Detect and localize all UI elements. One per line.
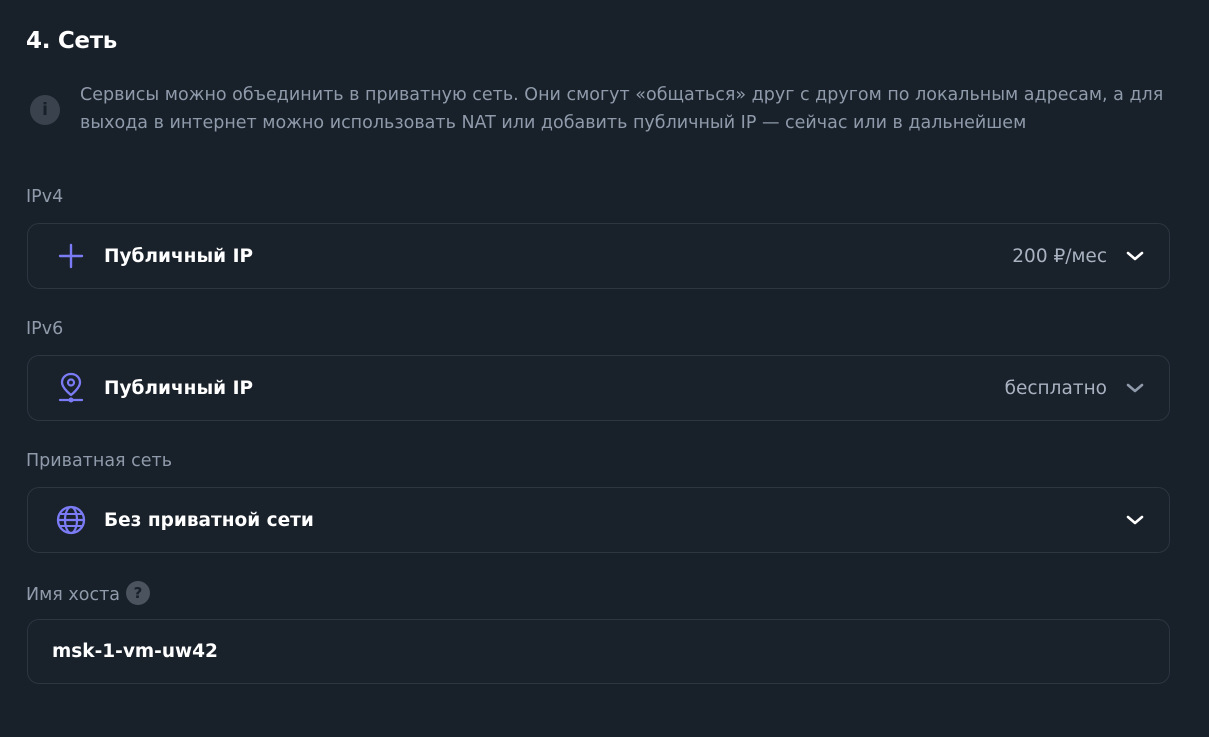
plus-icon <box>54 239 88 273</box>
question-icon[interactable]: ? <box>126 581 150 605</box>
section-title: 4. Сеть <box>26 28 118 54</box>
private-network-select[interactable]: Без приватной сети <box>27 487 1170 553</box>
private-network-option-label: Без приватной сети <box>104 509 314 531</box>
chevron-down-icon[interactable] <box>1125 246 1145 266</box>
hostname-label: Имя хоста? <box>26 581 150 607</box>
info-icon: i <box>30 95 60 125</box>
ipv4-select[interactable]: Публичный IP 200 ₽/мес <box>27 223 1170 289</box>
ipv4-option-label: Публичный IP <box>104 245 254 267</box>
ipv4-label: IPv4 <box>26 187 64 207</box>
hostname-field[interactable] <box>27 619 1170 684</box>
ipv6-price: бесплатно <box>1004 377 1107 399</box>
chevron-down-icon[interactable] <box>1125 510 1145 530</box>
network-section: 4. Сеть i Сервисы можно объединить в при… <box>0 0 1209 737</box>
info-text: Сервисы можно объединить в приватную сет… <box>80 85 1164 133</box>
ipv6-label: IPv6 <box>26 319 64 339</box>
private-network-label: Приватная сеть <box>26 451 173 471</box>
chevron-down-icon[interactable] <box>1125 378 1145 398</box>
ipv6-option-label: Публичный IP <box>104 377 254 399</box>
ipv4-price: 200 ₽/мес <box>1012 245 1107 267</box>
globe-icon <box>54 503 88 537</box>
ipv6-select[interactable]: Публичный IP бесплатно <box>27 355 1170 421</box>
location-pin-icon <box>54 371 88 405</box>
hostname-label-text: Имя хоста <box>26 585 120 605</box>
hostname-input[interactable] <box>52 641 1132 662</box>
